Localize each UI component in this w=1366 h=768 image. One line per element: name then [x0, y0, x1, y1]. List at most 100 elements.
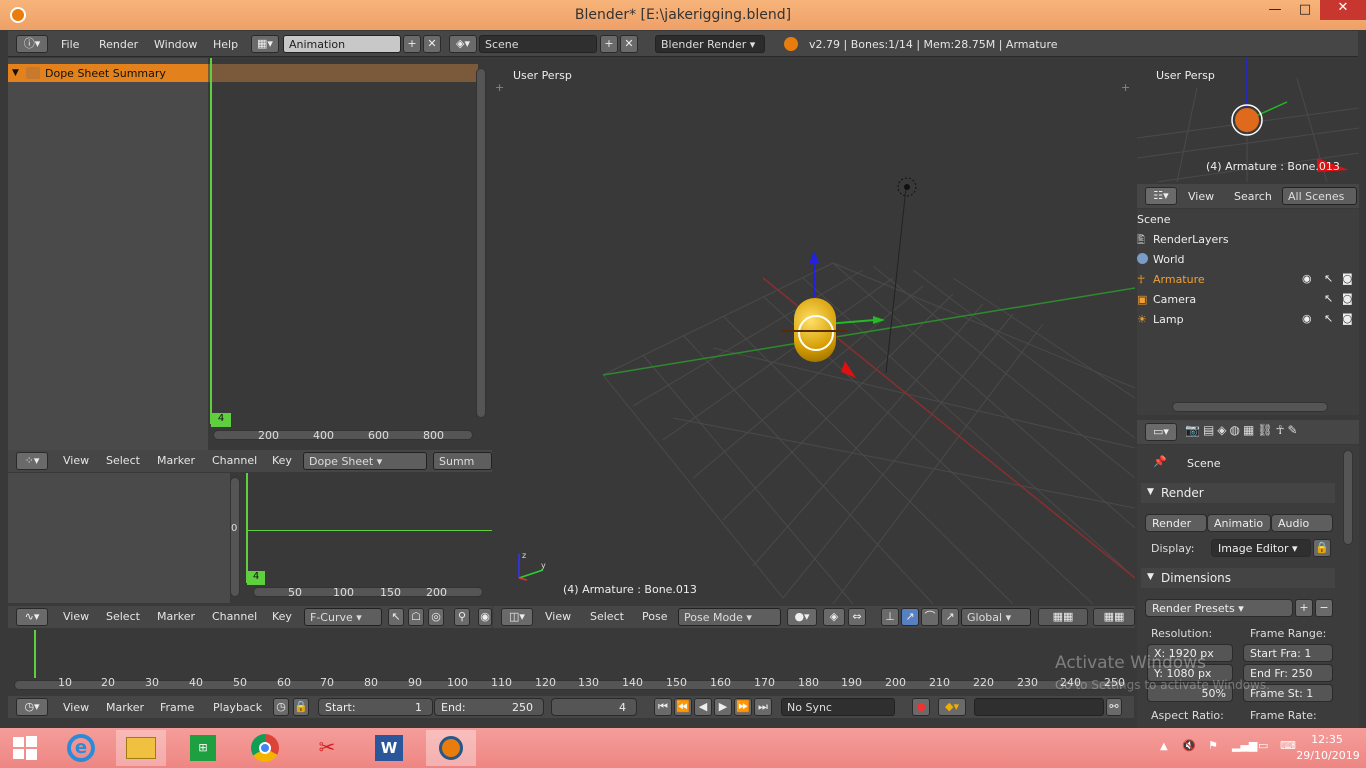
insert-keyframe-icon[interactable]: ⚯ [1106, 698, 1122, 716]
ds-menu-marker[interactable]: Marker [157, 454, 195, 467]
mini-viewport[interactable]: User Persp (4) Armature : Bone.013 [1137, 58, 1359, 182]
end-frame-timeline[interactable]: End: 250 [434, 698, 544, 716]
editor-type-3d-icon[interactable]: ◫▾ [501, 608, 533, 626]
audio-button[interactable]: Audio [1271, 514, 1333, 532]
current-frame-indicator[interactable]: 4 [211, 413, 231, 427]
render-panel-triangle-icon[interactable]: ▼ [1147, 487, 1154, 497]
translate-gizmo-icon[interactable]: ⊥ [881, 608, 899, 626]
minimize-button[interactable]: — [1260, 2, 1290, 22]
outliner-filter-select[interactable]: All Scenes [1282, 187, 1357, 205]
viewport-plus-icon[interactable]: + [495, 81, 504, 94]
layers-grid-icon[interactable]: ▦▦ [1038, 608, 1088, 626]
expand-triangle-icon[interactable]: ▼ [12, 68, 19, 78]
layers-grid-2-icon[interactable]: ▦▦ [1093, 608, 1135, 626]
keyboard-icon[interactable]: ⌨ [1280, 739, 1296, 752]
dimensions-triangle-icon[interactable]: ▼ [1147, 572, 1154, 582]
word-icon[interactable]: W [364, 730, 414, 766]
viewport-plus-right-icon[interactable]: + [1121, 81, 1130, 94]
menu-file[interactable]: File [61, 38, 79, 51]
vp-menu-select[interactable]: Select [590, 610, 624, 623]
tray-arrow-icon[interactable]: ▲ [1160, 741, 1168, 752]
graph-vertical-scrollbar[interactable] [230, 477, 240, 597]
tl-menu-view[interactable]: View [63, 701, 89, 714]
pivot-icon[interactable]: ◈ [823, 608, 845, 626]
scene-tab-icon[interactable]: ◈ [1217, 423, 1226, 441]
select-arrow-lamp-icon[interactable]: ↖ [1324, 312, 1333, 325]
start-frame-timeline[interactable]: Start: 1 [318, 698, 433, 716]
editor-type-info-icon[interactable]: ⓘ▾ [16, 35, 48, 53]
ge-menu-channel[interactable]: Channel [212, 610, 257, 623]
timeline-editor[interactable]: 10 20 30 40 50 60 70 80 90 100 110 120 1… [8, 630, 1134, 694]
network-icon[interactable]: ▂▄▆ [1232, 739, 1257, 752]
keying-set-icon[interactable]: ◆▾ [938, 698, 966, 716]
remove-layout-icon[interactable]: ✕ [423, 35, 441, 53]
ge-menu-select[interactable]: Select [106, 610, 140, 623]
ge-menu-marker[interactable]: Marker [157, 610, 195, 623]
vp-menu-pose[interactable]: Pose [642, 610, 667, 623]
menu-help[interactable]: Help [213, 38, 238, 51]
graph-frame-indicator[interactable]: 4 [247, 571, 265, 585]
layout-name-field[interactable]: Animation [283, 35, 401, 53]
outliner-world[interactable]: World [1137, 250, 1359, 270]
ol-menu-search[interactable]: Search [1234, 190, 1272, 203]
keying-set-field[interactable] [974, 698, 1104, 716]
rotate-gizmo-icon[interactable]: ↗ [901, 608, 919, 626]
scene-name-field[interactable]: Scene [479, 35, 597, 53]
start-button[interactable] [0, 730, 50, 766]
outliner-renderlayers[interactable]: RenderLayers [1137, 230, 1359, 250]
add-preset-icon[interactable]: + [1295, 599, 1313, 617]
properties-context-tabs[interactable]: 📷 ▤ ◈ ◍ ▦ ⛓ ☥ ✎ [1185, 423, 1355, 441]
data-tab-icon[interactable]: ✎ [1288, 423, 1298, 441]
manipulator-icon[interactable]: ⇔ [848, 608, 866, 626]
outliner-root-scene[interactable]: Scene [1137, 210, 1359, 230]
chrome-icon[interactable] [240, 730, 290, 766]
jump-prev-key-icon[interactable]: ⏪ [674, 698, 692, 716]
jump-next-key-icon[interactable]: ⏩ [734, 698, 752, 716]
start-frame-field[interactable]: Start Fra: 1 [1243, 644, 1333, 662]
ge-menu-view[interactable]: View [63, 610, 89, 623]
shading-mode-icon[interactable]: ●▾ [787, 608, 817, 626]
display-lock-icon[interactable]: 🔒 [1313, 539, 1331, 557]
graph-mode-select[interactable]: F-Curve ▾ [304, 608, 382, 626]
render-camera-icon[interactable]: ◙ [1342, 272, 1353, 285]
flag-icon[interactable]: ⚑ [1208, 739, 1218, 752]
visibility-eye-lamp-icon[interactable]: ◉ [1302, 312, 1312, 325]
layers-tab-icon[interactable]: ▤ [1203, 423, 1214, 441]
play-reverse-icon[interactable]: ◀ [694, 698, 712, 716]
render-tab-icon[interactable]: 📷 [1185, 423, 1200, 441]
render-panel-header[interactable]: Render [1141, 483, 1335, 503]
visibility-eye-icon[interactable]: ◉ [1302, 272, 1312, 285]
render-engine-select[interactable]: Blender Render ▾ [655, 35, 765, 53]
menu-window[interactable]: Window [154, 38, 197, 51]
render-camera-2-icon[interactable]: ◙ [1342, 292, 1353, 305]
tl-menu-frame[interactable]: Frame [160, 701, 194, 714]
editor-type-outliner-icon[interactable]: ☷▾ [1145, 187, 1177, 205]
ds-menu-view[interactable]: View [63, 454, 89, 467]
normal-gizmo-icon[interactable]: ↗ [941, 608, 959, 626]
interaction-mode-select[interactable]: Pose Mode ▾ [678, 608, 781, 626]
add-layout-icon[interactable]: + [403, 35, 421, 53]
lifebuoy-icon[interactable]: ◎ [428, 608, 444, 626]
render-presets-select[interactable]: Render Presets ▾ [1145, 599, 1293, 617]
jump-start-icon[interactable]: ⏮ [654, 698, 672, 716]
internet-explorer-icon[interactable]: e [56, 730, 106, 766]
tl-menu-marker[interactable]: Marker [106, 701, 144, 714]
remove-preset-icon[interactable]: − [1315, 599, 1333, 617]
scale-gizmo-icon[interactable]: ⌒ [921, 608, 939, 626]
close-button[interactable]: ✕ [1320, 0, 1366, 20]
world-tab-icon[interactable]: ◍ [1230, 423, 1240, 441]
jump-end-icon[interactable]: ⏭ [754, 698, 772, 716]
dopesheet-mode-select[interactable]: Dope Sheet ▾ [303, 452, 427, 470]
lock-icon[interactable]: 🔒 [293, 698, 309, 716]
record-icon[interactable]: ● [912, 698, 930, 716]
ge-menu-key[interactable]: Key [272, 610, 292, 623]
ds-menu-select[interactable]: Select [106, 454, 140, 467]
modifiers-tab-icon[interactable]: ☥ [1276, 423, 1285, 441]
pin-icon[interactable]: 📌 [1153, 455, 1167, 468]
ol-menu-view[interactable]: View [1188, 190, 1214, 203]
render-camera-3-icon[interactable]: ◙ [1342, 312, 1353, 325]
play-icon[interactable]: ▶ [714, 698, 732, 716]
orientation-select[interactable]: Global ▾ [961, 608, 1031, 626]
ds-menu-key[interactable]: Key [272, 454, 292, 467]
display-select[interactable]: Image Editor ▾ [1211, 539, 1311, 557]
